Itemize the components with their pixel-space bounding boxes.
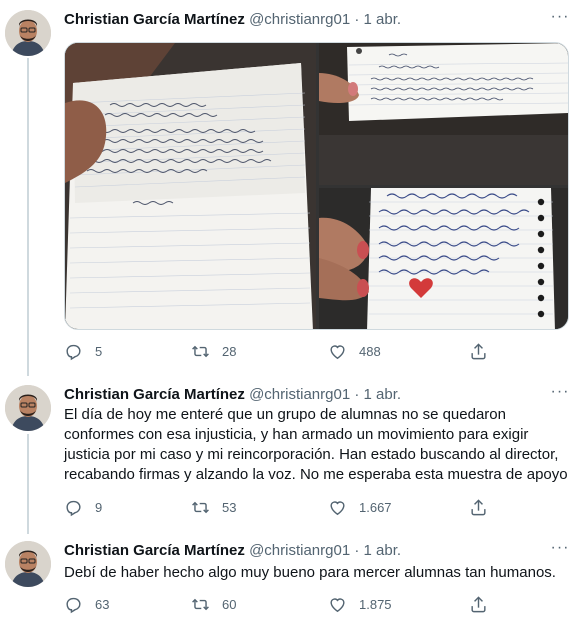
author-name[interactable]: Christian García Martínez [64, 542, 245, 559]
author-name[interactable]: Christian García Martínez [64, 386, 245, 403]
separator-dot: · [354, 542, 360, 559]
reply-icon [66, 597, 81, 613]
like-button[interactable]: 1.667 [328, 497, 392, 517]
photo-letter-3[interactable] [319, 188, 568, 329]
retweet-count: 53 [222, 499, 237, 515]
tweet-header: Christian García Martínez @christianrg01… [64, 541, 401, 561]
photo-letter-2[interactable] [319, 43, 568, 185]
tweet-actions: 9 53 1.667 [64, 497, 494, 517]
share-button[interactable] [469, 497, 500, 517]
avatar[interactable] [5, 385, 51, 431]
reply-button[interactable]: 9 [64, 497, 102, 517]
like-count: 1.667 [359, 499, 392, 515]
share-icon [471, 498, 486, 515]
reply-button[interactable]: 5 [64, 341, 102, 361]
tweet-text: Debí de haber hecho algo muy bueno para … [64, 564, 556, 581]
tweet-actions: 5 28 488 [64, 341, 494, 361]
reply-count: 63 [95, 596, 110, 612]
share-icon [471, 595, 486, 612]
reply-count: 9 [95, 499, 103, 515]
tweet-date[interactable]: 1 abr. [364, 11, 402, 28]
more-icon[interactable]: ··· [550, 9, 570, 28]
like-button[interactable]: 488 [328, 341, 381, 361]
photo-letter-1[interactable] [65, 43, 316, 329]
heart-icon [330, 597, 345, 612]
reply-icon [66, 344, 81, 360]
like-count: 1.875 [359, 596, 392, 612]
tweet-1[interactable]: Christian García Martínez @christianrg01… [0, 9, 588, 370]
author-handle[interactable]: @christianrg01 [249, 11, 350, 28]
heart-icon [330, 344, 345, 359]
retweet-icon [192, 598, 209, 610]
media-grid [64, 42, 569, 330]
tweet-3[interactable]: Christian García Martínez @christianrg01… [0, 540, 588, 621]
share-icon [471, 342, 486, 359]
retweet-count: 28 [222, 343, 237, 359]
author-handle[interactable]: @christianrg01 [249, 386, 350, 403]
avatar[interactable] [5, 541, 51, 587]
like-count: 488 [359, 343, 381, 359]
reply-icon [66, 500, 81, 516]
retweet-button[interactable]: 60 [191, 594, 236, 614]
tweet-text: El día de hoy me enteré que un grupo de … [64, 406, 568, 483]
reply-button[interactable]: 63 [64, 594, 109, 614]
like-button[interactable]: 1.875 [328, 594, 392, 614]
retweet-icon [192, 345, 209, 357]
tweet-date[interactable]: 1 abr. [364, 542, 402, 559]
tweet-header: Christian García Martínez @christianrg01… [64, 10, 401, 30]
tweet-header: Christian García Martínez @christianrg01… [64, 385, 401, 405]
tweet-2[interactable]: Christian García Martínez @christianrg01… [0, 384, 588, 525]
separator-dot: · [354, 11, 360, 28]
tweet-date[interactable]: 1 abr. [364, 386, 402, 403]
reply-count: 5 [95, 343, 103, 359]
tweet-actions: 63 60 1.875 [64, 594, 494, 614]
avatar[interactable] [5, 10, 51, 56]
author-handle[interactable]: @christianrg01 [249, 542, 350, 559]
retweet-count: 60 [222, 596, 237, 612]
more-icon[interactable]: ··· [550, 540, 570, 559]
more-icon[interactable]: ··· [550, 384, 570, 403]
share-button[interactable] [469, 594, 500, 614]
retweet-button[interactable]: 53 [191, 497, 236, 517]
retweet-icon [192, 501, 209, 513]
separator-dot: · [354, 386, 360, 403]
retweet-button[interactable]: 28 [191, 341, 236, 361]
heart-icon [330, 500, 345, 515]
share-button[interactable] [469, 341, 500, 361]
author-name[interactable]: Christian García Martínez [64, 11, 245, 28]
